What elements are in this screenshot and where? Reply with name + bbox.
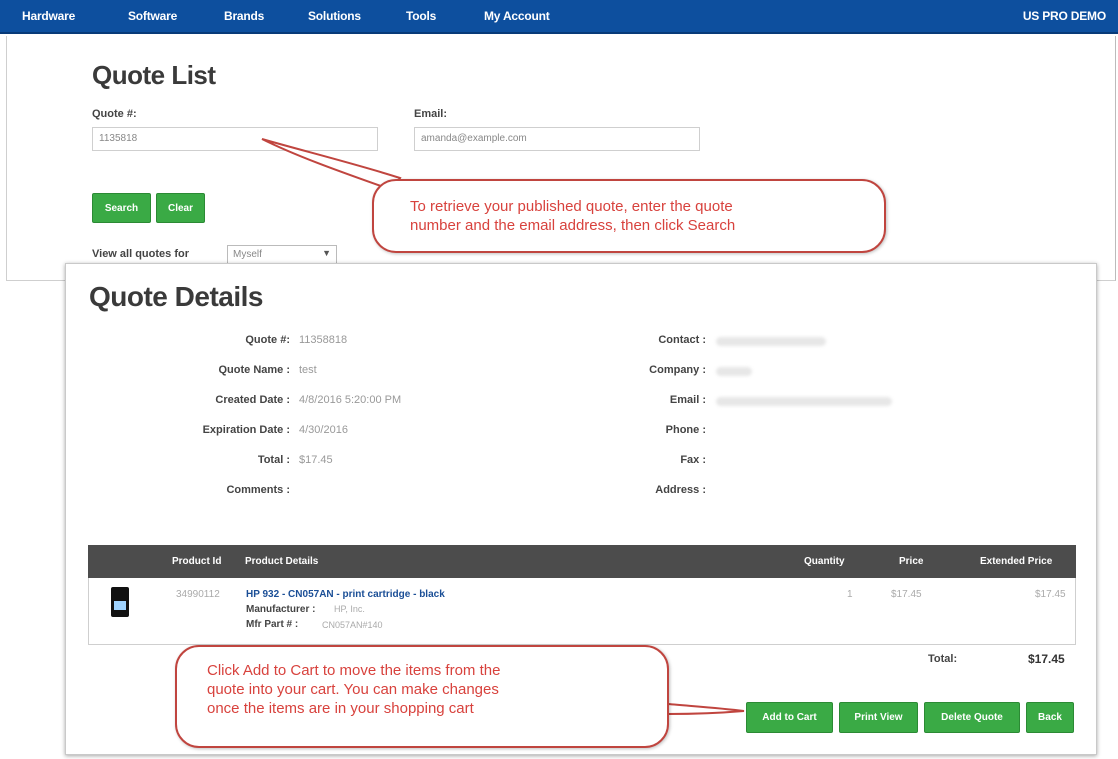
total-label: Total: (928, 653, 958, 665)
detail-key-contact: Contact : (658, 334, 706, 346)
back-button[interactable]: Back (1026, 702, 1074, 733)
manufacturer-value: HP, Inc. (334, 604, 365, 614)
detail-key-created-date: Created Date : (215, 394, 290, 406)
table-row: 34990112 HP 932 - CN057AN - print cartri… (88, 578, 1076, 645)
detail-key-expiration-date: Expiration Date : (202, 424, 290, 436)
view-all-value: Myself (233, 249, 262, 260)
detail-key-phone: Phone : (665, 424, 706, 436)
nav-software[interactable]: Software (128, 9, 177, 23)
print-view-button[interactable]: Print View (839, 702, 918, 733)
detail-value-created-date: 4/8/2016 5:20:00 PM (299, 394, 402, 406)
add-to-cart-callout-line-1: Click Add to Cart to move the items from… (207, 662, 501, 679)
detail-key-fax: Fax : (680, 454, 706, 466)
retrieve-quote-callout: To retrieve your published quote, enter … (372, 179, 886, 253)
row-quantity: 1 (847, 589, 853, 600)
nav-brands[interactable]: Brands (224, 9, 264, 23)
quote-list-title: Quote List (92, 60, 216, 90)
nav-my-account[interactable]: My Account (484, 9, 550, 23)
product-thumbnail[interactable] (111, 587, 129, 617)
detail-key-quote-number: Quote #: (245, 334, 290, 346)
add-to-cart-callout-line-2: quote into your cart. You can make chang… (207, 681, 499, 698)
quote-number-label: Quote #: (92, 108, 137, 120)
redacted-company (716, 367, 752, 376)
clear-button[interactable]: Clear (156, 193, 205, 223)
header-extended-price: Extended Price (980, 556, 1053, 567)
detail-value-quote-name: test (299, 364, 317, 376)
view-all-select[interactable]: Myself ▼ (227, 245, 337, 265)
top-nav: Hardware Software Brands Solutions Tools… (0, 0, 1118, 34)
redacted-contact (716, 337, 826, 346)
account-name[interactable]: US PRO DEMO (1023, 9, 1106, 23)
manufacturer-label: Manufacturer : (246, 604, 316, 615)
add-to-cart-callout-line-3: once the items are in your shopping cart (207, 700, 474, 717)
header-quantity: Quantity (804, 556, 845, 567)
detail-value-expiration-date: 4/30/2016 (299, 424, 348, 436)
retrieve-callout-line-2: number and the email address, then click… (410, 217, 736, 234)
detail-key-address: Address : (655, 484, 706, 496)
nav-solutions[interactable]: Solutions (308, 9, 361, 23)
row-extended-price: $17.45 (1035, 589, 1066, 600)
search-button[interactable]: Search (92, 193, 151, 223)
product-table-header: Product Id Product Details Quantity Pric… (88, 545, 1076, 578)
mfr-part-label: Mfr Part # : (246, 619, 299, 630)
chevron-down-icon: ▼ (322, 248, 331, 258)
total-value: $17.45 (1028, 652, 1065, 666)
product-name-link[interactable]: HP 932 - CN057AN - print cartridge - bla… (246, 589, 445, 600)
view-all-label: View all quotes for (92, 248, 189, 260)
detail-key-total: Total : (257, 454, 290, 466)
quote-details-title: Quote Details (89, 281, 263, 312)
detail-value-quote-number: 11358818 (299, 334, 348, 346)
row-price: $17.45 (891, 589, 922, 600)
redacted-email (716, 397, 892, 406)
detail-key-email: Email : (669, 394, 706, 406)
header-product-id: Product Id (172, 556, 222, 567)
add-to-cart-button[interactable]: Add to Cart (746, 702, 833, 733)
detail-key-comments: Comments : (226, 484, 290, 496)
add-to-cart-callout: Click Add to Cart to move the items from… (175, 645, 669, 748)
nav-hardware[interactable]: Hardware (22, 9, 75, 23)
detail-key-quote-name: Quote Name : (218, 364, 290, 376)
retrieve-callout-line-1: To retrieve your published quote, enter … (410, 198, 733, 215)
delete-quote-button[interactable]: Delete Quote (924, 702, 1020, 733)
row-product-id: 34990112 (176, 589, 220, 600)
header-price: Price (899, 556, 924, 567)
mfr-part-value: CN057AN#140 (322, 620, 383, 630)
nav-tools[interactable]: Tools (406, 9, 436, 23)
header-product-details: Product Details (245, 556, 319, 567)
detail-value-total: $17.45 (299, 454, 333, 466)
quote-number-input[interactable]: 1135818 (92, 127, 378, 151)
email-label: Email: (414, 108, 448, 120)
detail-key-company: Company : (649, 364, 706, 376)
email-input[interactable]: amanda@example.com (414, 127, 700, 151)
